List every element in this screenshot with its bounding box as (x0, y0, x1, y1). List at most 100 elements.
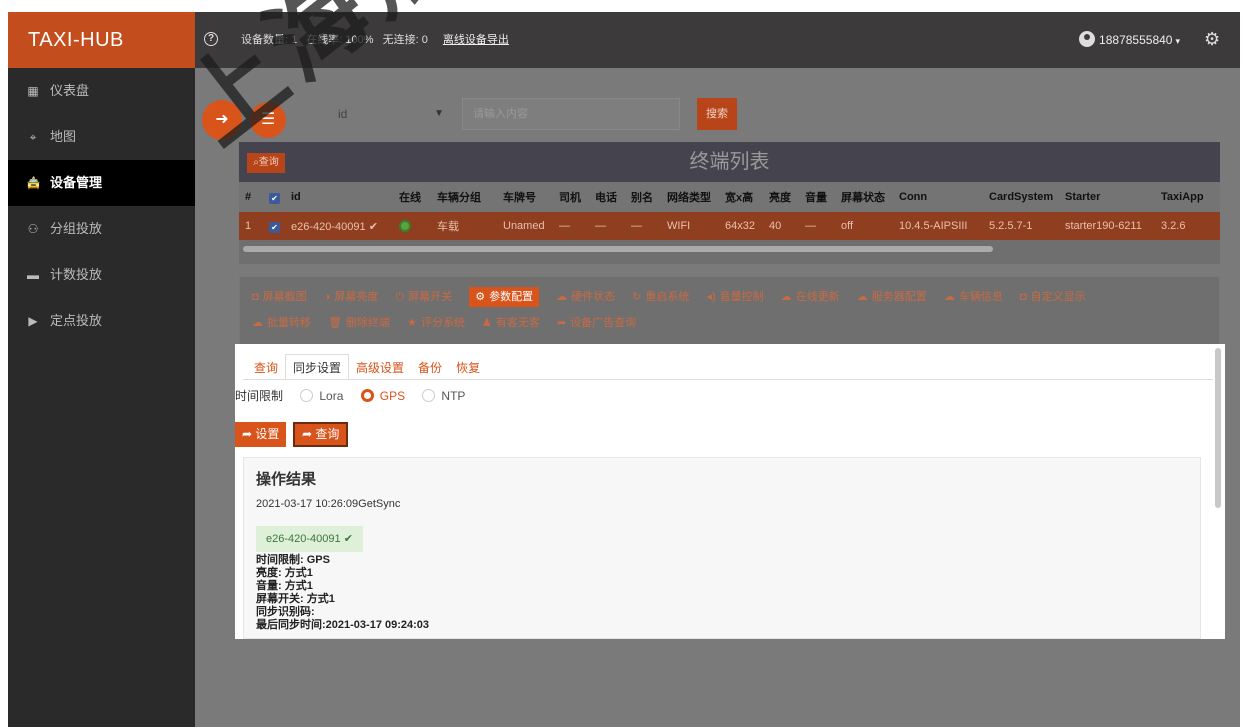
radio-label-lora[interactable]: Lora (319, 389, 343, 403)
map-icon: ⌖ (29, 130, 37, 144)
sidebar-item-device-management[interactable]: 🚖 设备管理 (8, 160, 195, 206)
sidebar-item-group-delivery[interactable]: ⚇ 分组投放 (8, 206, 195, 252)
column-header: 音量 (799, 182, 835, 212)
search-input[interactable]: 请输入内容 (462, 98, 680, 130)
device-stats: 设备数量: 1 在线率: 100% 无连接: 0 离线设备导出 (241, 12, 515, 68)
query-button[interactable]: ➦ 查询 (293, 422, 349, 447)
action-ad-query[interactable]: ➦ 设备广告查询 (557, 313, 636, 333)
back-button[interactable]: ➜ (202, 100, 242, 140)
action-hardware-status[interactable]: ☁ 硬件状态 (556, 287, 615, 307)
tab-backup[interactable]: 备份 (411, 355, 449, 381)
action-delete-terminal[interactable]: 🗑 删除终端 (328, 313, 390, 333)
action-passenger-status[interactable]: ♟ 有客无客 (482, 313, 540, 333)
sidebar-item-dashboard[interactable]: ▦ 仪表盘 (8, 68, 195, 114)
tab-advanced-settings[interactable]: 高级设置 (349, 355, 411, 381)
horizontal-scrollbar[interactable] (243, 246, 993, 252)
column-header[interactable]: id (285, 182, 393, 212)
search-field-select[interactable]: id ▼ (326, 98, 456, 130)
refresh-icon: ↻ (632, 291, 642, 303)
result-line: 时间限制: GPS (256, 554, 330, 566)
star-icon: ★ (407, 317, 417, 329)
row-taxiapp: 3.2.6 (1155, 212, 1220, 240)
no-connect-count: 无连接: 0 (382, 34, 428, 46)
action-screen-brightness[interactable]: ◑ 屏幕亮度 (324, 287, 379, 307)
car-icon: 🚖 (26, 176, 41, 190)
app-window: TAXI-HUB ? 设备数量: 1 在线率: 100% 无连接: 0 离线设备… (8, 12, 1240, 727)
column-header: 宽x高 (719, 182, 763, 212)
gear-icon: ⚙ (475, 291, 486, 303)
radio-label-gps[interactable]: GPS (380, 389, 405, 403)
card-icon: ▬ (27, 268, 39, 282)
search-field-value: id (338, 107, 348, 121)
cloud-icon: ☁ (252, 317, 263, 329)
sidebar: ▦ 仪表盘 ⌖ 地图 🚖 设备管理 ⚇ 分组投放 ▬ 计数投放 ▶ 定点投放 (8, 68, 195, 727)
cloud-icon: ☁ (943, 291, 955, 303)
user-menu[interactable]: 18878555840 ▾ (1079, 12, 1180, 68)
caret-down-icon: ▾ (1175, 36, 1180, 46)
settings-panel: 查询 同步设置 高级设置 备份 恢复 时间限制 Lora GPS NTP ➦ 设置 ➦ … (235, 344, 1225, 639)
sidebar-item-count-delivery[interactable]: ▬ 计数投放 (8, 252, 195, 298)
action-server-config[interactable]: ☁ 服务器配置 (857, 287, 927, 307)
result-details: 时间限制: GPS 亮度: 方式1 音量: 方式1 屏幕开关: 方式1 同步识别… (256, 554, 429, 632)
action-online-update[interactable]: ☁ 在线更新 (781, 287, 840, 307)
result-line: 同步识别码: (256, 606, 315, 618)
row-conn: 10.4.5-AIPSIII (893, 212, 983, 240)
action-volume-control[interactable]: ◂) 音量控制 (706, 287, 763, 307)
result-line: 屏幕开关: 方式1 (256, 593, 335, 605)
list-icon: ☰ (260, 111, 276, 128)
help-icon[interactable]: ? (204, 32, 218, 46)
tab-query[interactable]: 查询 (247, 355, 285, 381)
tab-sync-settings[interactable]: 同步设置 (285, 354, 350, 380)
column-header: 电话 (589, 182, 625, 212)
row-group: 车载 (431, 212, 497, 240)
radio-lora[interactable] (300, 389, 314, 402)
result-line: 亮度: 方式1 (256, 567, 313, 579)
checkmark-icon: ✔ (343, 533, 353, 545)
table-row[interactable]: 1 ✔ e26-420-40091 ✔ 车载 Unamed — — — WIFI… (239, 212, 1220, 240)
row-phone: — (589, 212, 625, 240)
set-button[interactable]: ➦ 设置 (235, 422, 287, 447)
user-phone: 18878555840 (1099, 33, 1173, 47)
cloud-icon: ☁ (856, 291, 868, 303)
sidebar-item-map[interactable]: ⌖ 地图 (8, 114, 195, 160)
camera-icon: ◘ (252, 291, 259, 303)
tab-restore[interactable]: 恢复 (449, 355, 487, 381)
sidebar-item-fixed-point-delivery[interactable]: ▶ 定点投放 (8, 298, 195, 344)
row-starter: starter190-6211 (1059, 212, 1155, 240)
action-row-1: ◘ 屏幕截图 ◑ 屏幕亮度 ⏻ 屏幕开关 ⚙ 参数配置 ☁ 硬件状态 ↻ 重启系统 ◂) 音量… (252, 287, 1100, 307)
row-cardsystem: 5.2.5.7-1 (983, 212, 1059, 240)
search-button[interactable]: 搜索 (697, 98, 737, 130)
radio-gps[interactable] (360, 389, 374, 402)
radio-label-ntp[interactable]: NTP (441, 389, 465, 403)
row-driver: — (553, 212, 589, 240)
row-screen: off (835, 212, 893, 240)
camera-icon: ◘ (1019, 291, 1027, 303)
row-alias: — (625, 212, 661, 240)
tab-divider (243, 379, 1213, 380)
action-rating-system[interactable]: ★ 评分系统 (407, 313, 465, 333)
action-screen-switch[interactable]: ⏻ 屏幕开关 (395, 287, 452, 307)
column-header: 网络类型 (661, 182, 719, 212)
action-screenshot[interactable]: ◘ 屏幕截图 (252, 287, 307, 307)
column-header: 车辆分组 (431, 182, 497, 212)
action-vehicle-info[interactable]: ☁ 车辆信息 (944, 287, 1003, 307)
gear-icon[interactable]: ⚙ (1204, 30, 1222, 48)
action-batch-transfer[interactable]: ☁ 批量转移 (252, 313, 311, 333)
action-parameter-config[interactable]: ⚙ 参数配置 (469, 287, 540, 307)
column-header: TaxiApp (1155, 182, 1220, 212)
list-view-button[interactable]: ☰ (250, 102, 286, 138)
action-restart-system[interactable]: ↻ 重启系统 (632, 287, 689, 307)
select-all-checkbox[interactable]: ✔ (263, 182, 285, 212)
brand-logo[interactable]: TAXI-HUB (8, 12, 195, 68)
column-header: 司机 (553, 182, 589, 212)
row-checkbox[interactable]: ✔ (263, 212, 285, 240)
action-custom-display[interactable]: ◘ 自定义显示 (1020, 287, 1086, 307)
user-icon: ♟ (482, 317, 492, 329)
vertical-scrollbar[interactable] (1215, 348, 1221, 508)
export-offline-link[interactable]: 离线设备导出 (443, 34, 509, 46)
radio-ntp[interactable] (422, 389, 436, 402)
online-status-icon (399, 219, 411, 232)
row-volume: — (799, 212, 835, 240)
top-bar: TAXI-HUB ? 设备数量: 1 在线率: 100% 无连接: 0 离线设备… (8, 12, 1240, 68)
column-header: 别名 (625, 182, 661, 212)
